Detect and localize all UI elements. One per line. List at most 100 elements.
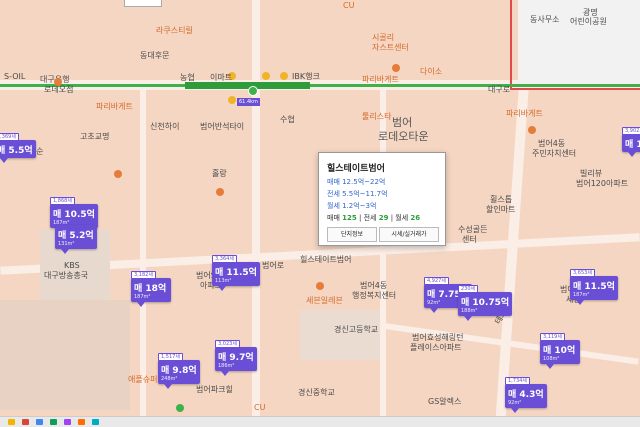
marker-area: 108m² (543, 356, 560, 362)
price-history-button[interactable]: 시세/실거래가 (379, 227, 439, 242)
label-rodeo-town: 로데오타운 (378, 130, 429, 143)
district-boundary-h (510, 88, 640, 90)
popup-sale-count: 125 (342, 214, 357, 222)
label-sujang: 수협 (280, 115, 295, 124)
label-beomeo-4dong: 범어4동 (360, 281, 388, 290)
marker-area: 186m² (218, 363, 235, 369)
poi-dot[interactable] (176, 404, 184, 412)
poi-dot[interactable] (114, 170, 122, 178)
label-ibk: IBK행크 (292, 72, 320, 81)
property-marker[interactable]: 230세 매 10.75억 188m² (458, 285, 513, 321)
poi-dot[interactable] (316, 282, 324, 290)
label-emart: 이마트 (210, 73, 233, 82)
label-bali-view-2: 범어120아파트 (576, 179, 629, 188)
marker-price: 매 1 (625, 140, 640, 150)
property-marker[interactable]: 1,734세 매 4.3억 92m² (505, 377, 547, 413)
taskbar-app-icon[interactable] (8, 419, 15, 425)
popup-title: 힐스테이트범어 (327, 164, 385, 174)
label-paris-1: 파리바게트 (362, 75, 399, 84)
property-marker[interactable]: 3,364세 매 11.5억 113m² (212, 255, 260, 291)
label-eoreumi: 어린이공원 (570, 17, 607, 26)
popup-jeonse-range: 전세 5.5억~11.7억 (327, 190, 388, 198)
poi-dot[interactable] (528, 126, 536, 134)
marker-price: 매 5.5억 (0, 146, 33, 156)
separator: | (358, 214, 362, 222)
popup-monthly-count: 26 (410, 214, 421, 222)
marker-price: 매 10.5억 (53, 210, 95, 220)
popup-sale-range: 매매 12.5억~22억 (327, 178, 386, 186)
marker-price: 매 9.8억 (161, 366, 197, 376)
popup-monthly-label: 월세 (395, 214, 409, 222)
label-nonghyup: 농협 (180, 73, 195, 82)
property-marker[interactable]: 3,182세 매 18억 187m² (131, 271, 171, 307)
taskbar-app-icon[interactable] (22, 419, 29, 425)
marker-price: 매 10.75억 (461, 298, 510, 308)
property-marker[interactable]: 매 5.2억 131m² (55, 225, 97, 254)
marker-household-count: 3,023세 (215, 340, 240, 348)
label-cu-bottom: CU (254, 403, 266, 412)
property-marker[interactable]: 3,023세매 9.7억 186m² (215, 340, 257, 376)
poi-dot[interactable] (54, 78, 62, 86)
label-apple: 애플슈퍼 (128, 375, 158, 384)
station-marker-4[interactable] (280, 72, 288, 80)
label-rodeo-branch: 로데오점 (44, 85, 74, 94)
property-marker[interactable]: 3,902세매 1 (622, 127, 640, 157)
block-white-park (518, 0, 640, 85)
taskbar-app-icon[interactable] (92, 419, 99, 425)
marker-price: 매 10억 (543, 346, 576, 356)
label-banjeong: 범어반석타이 (200, 122, 245, 131)
label-dong-office: 동사무소 (530, 15, 560, 24)
station-marker-3[interactable] (228, 96, 236, 104)
poi-dot[interactable] (392, 64, 400, 72)
marker-household-count: 230세 (458, 285, 479, 293)
label-beomeo-4dong-2: 행정복지센터 (352, 291, 397, 300)
taskbar-app-icon[interactable] (50, 419, 57, 425)
marker-price: 매 18억 (134, 284, 167, 294)
label-beomeo-road: 범어로 (262, 261, 285, 270)
label-hillstate-beomeo: 힐스테이트범어 (300, 255, 352, 264)
label-whistle-2: 할인마트 (486, 205, 516, 214)
property-marker[interactable]: 1,517세 매 9.8억 248m² (158, 353, 200, 389)
label-sinchon: 신천하이 (150, 122, 180, 131)
label-paris-2: 파리바게트 (96, 102, 133, 111)
label-jaseutip: 자스트센터 (372, 43, 409, 52)
marker-household-count: 4,927세 (424, 277, 449, 285)
map-canvas[interactable]: 61.4km S-OIL 대구은행 로데오점 라쿠스티릴 동대후문 CU 시골리… (0, 0, 640, 426)
label-beomeo-park-hill: 범어파크힐 (196, 385, 233, 394)
label-tallistar: 툴리스타 (362, 112, 392, 121)
district-boundary (510, 0, 512, 90)
label-lasportill: 라쿠스티릴 (156, 26, 193, 35)
station-marker-5[interactable] (262, 72, 270, 80)
marker-price: 매 11.5억 (215, 268, 257, 278)
label-kbs-2: 대구방송총국 (44, 271, 89, 280)
poi-dot[interactable] (216, 188, 224, 196)
label-bali-view: 빌리뷰 (580, 169, 603, 178)
separator: | (390, 214, 394, 222)
label-seven-eleven: 세븐일레븐 (306, 296, 343, 305)
marker-household-count: 3,182세 (131, 271, 156, 279)
marker-household-count: 1,868세 (50, 197, 75, 205)
marker-area: 113m² (215, 278, 232, 284)
label-s-oil: S-OIL (4, 72, 26, 81)
complex-info-popup[interactable]: 힐스테이트범어 매매 12.5억~22억 전세 5.5억~11.7억 월세 1.… (318, 152, 446, 246)
marker-price: 매 11.5억 (573, 282, 615, 292)
property-marker[interactable]: 1,369세매 5.5억 (0, 133, 36, 163)
property-marker[interactable]: 3,119세 매 10억 108m² (540, 333, 580, 369)
label-sunhwa-2: 센터 (462, 235, 477, 244)
taskbar-app-icon[interactable] (78, 419, 85, 425)
taskbar-app-icon[interactable] (36, 419, 43, 425)
marker-area: 131m² (58, 241, 75, 247)
block-grey-left (0, 300, 130, 410)
station-distance-badge: 61.4km (237, 98, 260, 106)
station-marker-2[interactable] (248, 86, 258, 96)
marker-household-count: 3,902세 (622, 127, 640, 135)
marker-price: 매 9.7억 (218, 353, 254, 363)
property-marker[interactable]: 3,653세 매 11.5억 187m² (570, 269, 618, 305)
label-daiso: 다이소 (420, 67, 443, 76)
marker-area: 187m² (573, 292, 590, 298)
block-school (300, 310, 380, 360)
subway-line (0, 84, 640, 87)
complex-info-button[interactable]: 단지정보 (327, 227, 377, 242)
taskbar-app-icon[interactable] (64, 419, 71, 425)
popup-monthly-range: 월세 1.2억~3억 (327, 202, 377, 210)
